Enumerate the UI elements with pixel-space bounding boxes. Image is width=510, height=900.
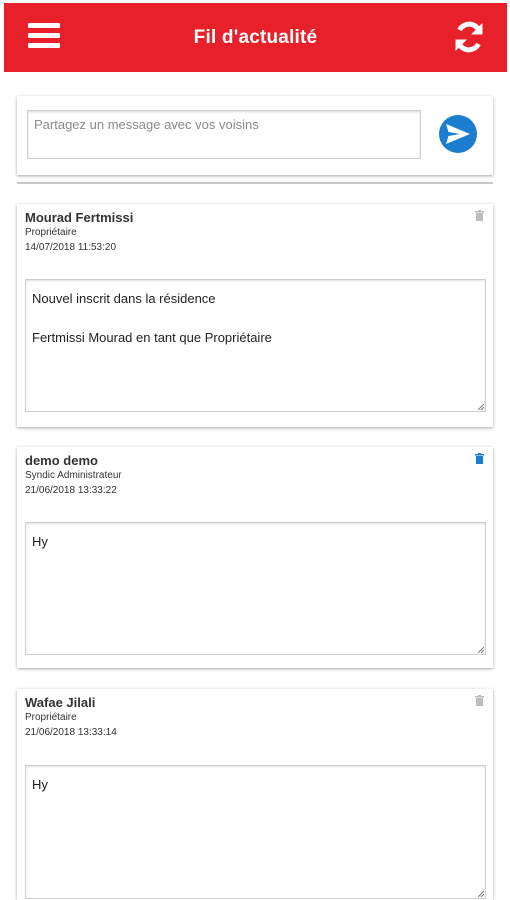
resize-grip-icon <box>478 404 484 410</box>
post-author: Wafae Jilali <box>25 695 96 710</box>
trash-icon[interactable] <box>475 210 484 221</box>
post-content: Nouvel inscrit dans la résidence Fertmis… <box>25 279 486 412</box>
post-content-line: Hy <box>32 534 48 549</box>
post-date: 14/07/2018 11:53:20 <box>25 242 117 253</box>
send-button[interactable] <box>439 115 477 153</box>
post-date: 21/06/2018 13:33:22 <box>25 485 117 496</box>
post-author-role: Propriétaire <box>25 227 77 238</box>
resize-grip-icon <box>478 891 484 897</box>
post-content: Hy <box>25 522 486 655</box>
trash-icon[interactable] <box>475 695 484 706</box>
page-title: Fil d'actualité <box>193 27 318 48</box>
post-card: Mourad Fertmissi Propriétaire 14/07/2018… <box>17 204 493 427</box>
post-card: demo demo Syndic Administrateur 21/06/20… <box>17 447 493 668</box>
post-content: Hy <box>25 765 486 899</box>
post-author: Mourad Fertmissi <box>25 210 134 225</box>
message-input[interactable] <box>27 110 421 159</box>
refresh-icon[interactable] <box>451 19 487 55</box>
message-composer <box>17 96 493 175</box>
resize-grip-icon <box>478 647 484 653</box>
post-card: Wafae Jilali Propriétaire 21/06/2018 13:… <box>17 689 493 900</box>
post-author-role: Propriétaire <box>25 712 77 723</box>
divider <box>17 182 493 184</box>
post-author-role: Syndic Administrateur <box>25 470 122 481</box>
send-arrow-icon <box>446 124 470 144</box>
app-header: Fil d'actualité <box>4 3 507 72</box>
post-content-line: Nouvel inscrit dans la résidence <box>32 291 216 306</box>
trash-icon[interactable] <box>475 453 484 464</box>
post-content-line: Hy <box>32 777 48 792</box>
post-date: 21/06/2018 13:33:14 <box>25 727 117 738</box>
post-content-line: Fertmissi Mourad en tant que Propriétair… <box>32 330 272 345</box>
post-author: demo demo <box>25 453 98 468</box>
